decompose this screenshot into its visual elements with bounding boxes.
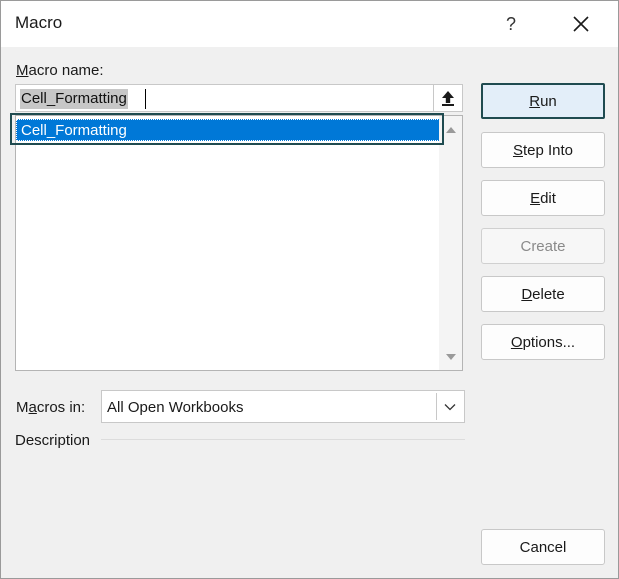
create-button[interactable]: Create bbox=[481, 228, 605, 264]
edit-button[interactable]: Edit bbox=[481, 180, 605, 216]
up-arrow-icon bbox=[442, 91, 454, 106]
help-icon: ? bbox=[505, 13, 516, 34]
macros-in-label: Macros in: bbox=[16, 399, 86, 416]
macros-in-value: All Open Workbooks bbox=[107, 399, 244, 416]
title-bar: Macro ? bbox=[1, 1, 618, 47]
cancel-button[interactable]: Cancel bbox=[481, 529, 605, 565]
description-divider bbox=[101, 439, 465, 440]
macros-in-select[interactable]: All Open Workbooks bbox=[101, 390, 465, 423]
list-scrollbar[interactable] bbox=[439, 116, 462, 370]
selection-highlight-frame bbox=[10, 113, 444, 145]
macro-name-input[interactable]: Cell_Formatting bbox=[15, 84, 433, 112]
dropdown-button[interactable] bbox=[436, 393, 462, 420]
close-icon bbox=[573, 16, 589, 32]
description-label: Description bbox=[15, 432, 91, 449]
triangle-up-icon bbox=[445, 127, 456, 133]
text-caret bbox=[145, 89, 146, 109]
macro-dialog: Macro ? Macro name: Cell_Formatting Cell… bbox=[0, 0, 619, 579]
macro-name-label: Macro name: bbox=[16, 62, 104, 79]
triangle-down-icon bbox=[445, 354, 456, 360]
close-button[interactable] bbox=[559, 5, 603, 43]
macro-list[interactable]: Cell_Formatting bbox=[15, 115, 463, 371]
dialog-title: Macro bbox=[15, 13, 63, 32]
scroll-down-button[interactable] bbox=[439, 347, 462, 367]
macro-name-value: Cell_Formatting bbox=[20, 89, 128, 109]
step-into-button[interactable]: Step Into bbox=[481, 132, 605, 168]
delete-button[interactable]: Delete bbox=[481, 276, 605, 312]
run-button[interactable]: Run bbox=[481, 83, 605, 119]
help-button[interactable]: ? bbox=[491, 5, 531, 43]
chevron-down-icon bbox=[444, 403, 455, 410]
options-button[interactable]: Options... bbox=[481, 324, 605, 360]
collapse-dialog-button[interactable] bbox=[433, 84, 463, 112]
